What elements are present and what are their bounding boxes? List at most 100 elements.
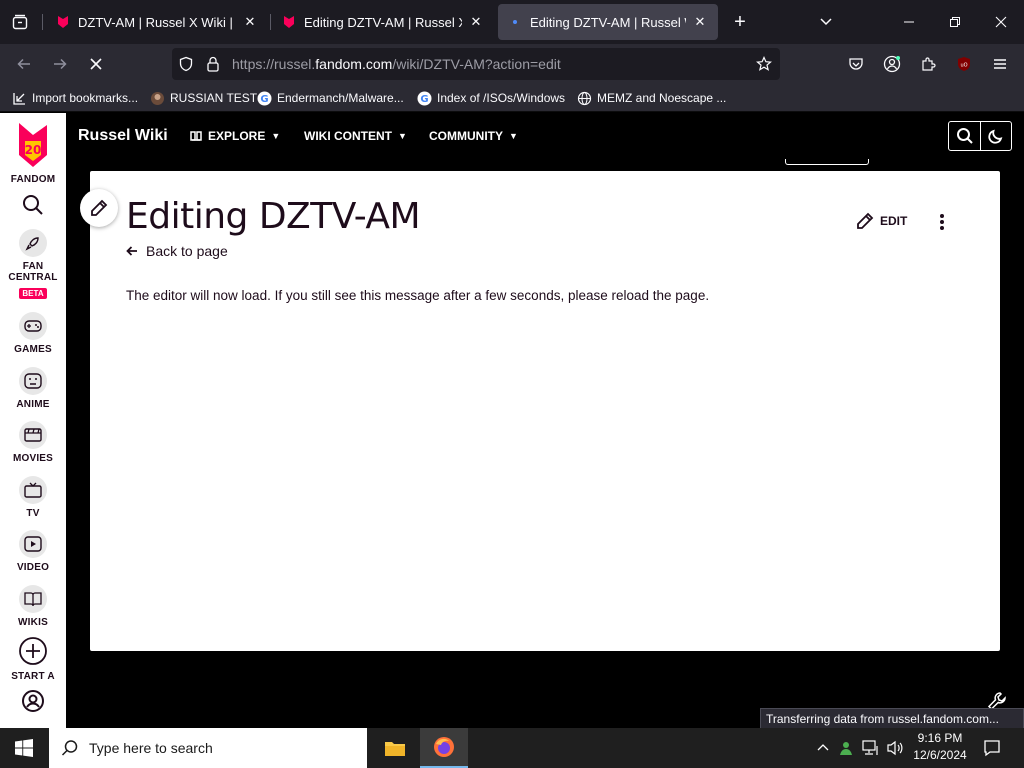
bookmark-memz[interactable]: MEMZ and Noescape ... [577, 89, 726, 107]
nav-label: VIDEO [16, 562, 50, 573]
search-icon [956, 128, 973, 144]
url-prefix: https://russel. [232, 56, 316, 72]
nav-community[interactable]: COMMUNITY ▼ [429, 129, 518, 143]
arrow-left-icon [17, 58, 30, 70]
taskbar-clock[interactable]: 9:16 PM 12/6/2024 [908, 730, 972, 764]
extensions-button[interactable] [914, 50, 942, 78]
restore-button[interactable] [932, 0, 978, 44]
ublock-button[interactable]: uO [950, 50, 978, 78]
close-tab-icon[interactable]: ✕ [242, 14, 258, 30]
bookmark-russian-test[interactable]: RUSSIAN TEST [150, 89, 257, 107]
bookmark-endermanch[interactable]: G Endermanch/Malware... [257, 89, 404, 107]
nav-anime[interactable]: ANIME [0, 367, 66, 410]
tab-2[interactable]: Editing DZTV-AM | Russel X Wiki | Fandom… [272, 4, 494, 40]
bookmark-label: Index of /ISOs/Windows [437, 91, 566, 105]
url-text[interactable]: https://russel.fandom.com/wiki/DZTV-AM?a… [232, 56, 561, 72]
fandom-logo[interactable]: 20 FANDOM [0, 121, 66, 185]
wiki-search-button[interactable] [949, 122, 980, 150]
nav-movies[interactable]: MOVIES [0, 421, 66, 464]
close-icon [995, 16, 1007, 28]
firefox-app[interactable] [420, 728, 468, 768]
tab-list-button[interactable] [0, 0, 40, 44]
play-icon [24, 536, 42, 552]
account-button[interactable] [878, 50, 906, 78]
volume-button[interactable] [884, 728, 906, 768]
google-favicon: G [417, 91, 432, 105]
fandom-global-nav: 20 FANDOM FAN CENTRAL BETA GAMES ANIME M… [0, 113, 66, 728]
notifications-button[interactable] [976, 728, 1008, 768]
folder-icon [385, 742, 405, 756]
nav-wikis[interactable]: WIKIS [0, 585, 66, 628]
start-button[interactable] [0, 728, 48, 768]
arrow-left-icon [126, 246, 137, 256]
url-domain: fandom.com [315, 56, 393, 72]
star-icon[interactable] [756, 56, 772, 72]
edit-button[interactable]: EDIT [856, 212, 907, 230]
back-link-label: Back to page [146, 243, 228, 259]
nav-games[interactable]: GAMES [0, 312, 66, 355]
fandom-logo-icon: 20 [19, 123, 47, 167]
nav-label: TV [26, 508, 40, 519]
bookmarks-toolbar: Import bookmarks... RUSSIAN TEST G Ender… [0, 84, 1024, 112]
shield-icon[interactable] [178, 56, 194, 72]
back-button[interactable] [10, 50, 38, 78]
file-explorer-app[interactable] [371, 728, 419, 768]
show-hidden-icons-button[interactable] [814, 728, 832, 768]
nav-wiki-content[interactable]: WIKI CONTENT ▼ [304, 129, 407, 143]
pocket-button[interactable] [842, 50, 870, 78]
theme-toggle-button[interactable] [980, 122, 1011, 150]
nav-video[interactable]: VIDEO [0, 530, 66, 573]
bookmark-label: RUSSIAN TEST [170, 91, 258, 105]
notice-text: The editor will now load. If you still s… [126, 288, 612, 303]
new-tab-button[interactable]: + [728, 10, 752, 34]
tab-1[interactable]: DZTV-AM | Russel X Wiki | Fandom ✕ [46, 4, 268, 40]
nav-label: ANIME [16, 399, 50, 410]
caret-down-icon: ▼ [271, 131, 281, 141]
close-window-button[interactable] [978, 0, 1024, 44]
caret-down-icon: ▼ [509, 131, 518, 141]
taskbar-search-box[interactable]: Type here to search [49, 728, 367, 768]
back-to-page-link[interactable]: Back to page [126, 243, 228, 259]
tray-app-icon[interactable] [836, 728, 856, 768]
nav-fan-central[interactable]: FAN CENTRAL BETA [0, 229, 66, 301]
list-all-tabs-button[interactable] [816, 10, 836, 34]
taskbar-search-placeholder: Type here to search [89, 740, 213, 756]
logo-badge-text: 20 [25, 143, 42, 157]
svg-text:uO: uO [960, 63, 967, 69]
nav-explore[interactable]: EXPLORE ▼ [189, 129, 280, 143]
close-tab-icon[interactable]: ✕ [692, 14, 708, 30]
fandom-favicon [284, 16, 294, 28]
reload-page-link[interactable]: reload the page [612, 288, 706, 303]
more-actions-button[interactable] [936, 212, 948, 232]
user-account-button[interactable] [0, 689, 66, 718]
site-favicon [151, 91, 164, 105]
tab-3-active[interactable]: Editing DZTV-AM | Russel Wiki | Fandom ✕ [498, 4, 718, 40]
nav-explore-label: EXPLORE [208, 129, 266, 143]
wiki-name-link[interactable]: Russel Wiki [78, 127, 168, 145]
svg-text:G: G [420, 94, 428, 105]
forward-button[interactable] [46, 50, 74, 78]
menu-button[interactable] [986, 50, 1014, 78]
quick-edit-button[interactable] [80, 189, 118, 227]
nav-label: CENTRAL [8, 272, 58, 283]
globe-icon [577, 91, 592, 105]
bookmark-import[interactable]: Import bookmarks... [12, 89, 138, 107]
close-tab-icon[interactable]: ✕ [468, 14, 484, 30]
hamburger-icon [994, 59, 1006, 69]
stop-loading-button[interactable] [82, 50, 110, 78]
ublock-icon: uO [958, 57, 970, 71]
lock-icon[interactable] [206, 56, 220, 72]
book-icon [24, 592, 42, 607]
browser-tab-strip: DZTV-AM | Russel X Wiki | Fandom ✕ Editi… [0, 0, 1024, 44]
clapperboard-icon [24, 428, 42, 442]
fandom-search-button[interactable] [0, 193, 66, 222]
minimize-button[interactable] [886, 0, 932, 44]
nav-start-a-wiki[interactable]: START A [0, 636, 66, 682]
network-button[interactable] [860, 728, 882, 768]
address-bar[interactable]: https://russel.fandom.com/wiki/DZTV-AM?a… [172, 48, 780, 80]
windows-logo-icon [15, 739, 33, 757]
nav-community-label: COMMUNITY [429, 129, 503, 143]
bookmark-index-isos[interactable]: G Index of /ISOs/Windows [417, 89, 565, 107]
kebab-dot [940, 220, 944, 224]
nav-tv[interactable]: TV [0, 476, 66, 519]
